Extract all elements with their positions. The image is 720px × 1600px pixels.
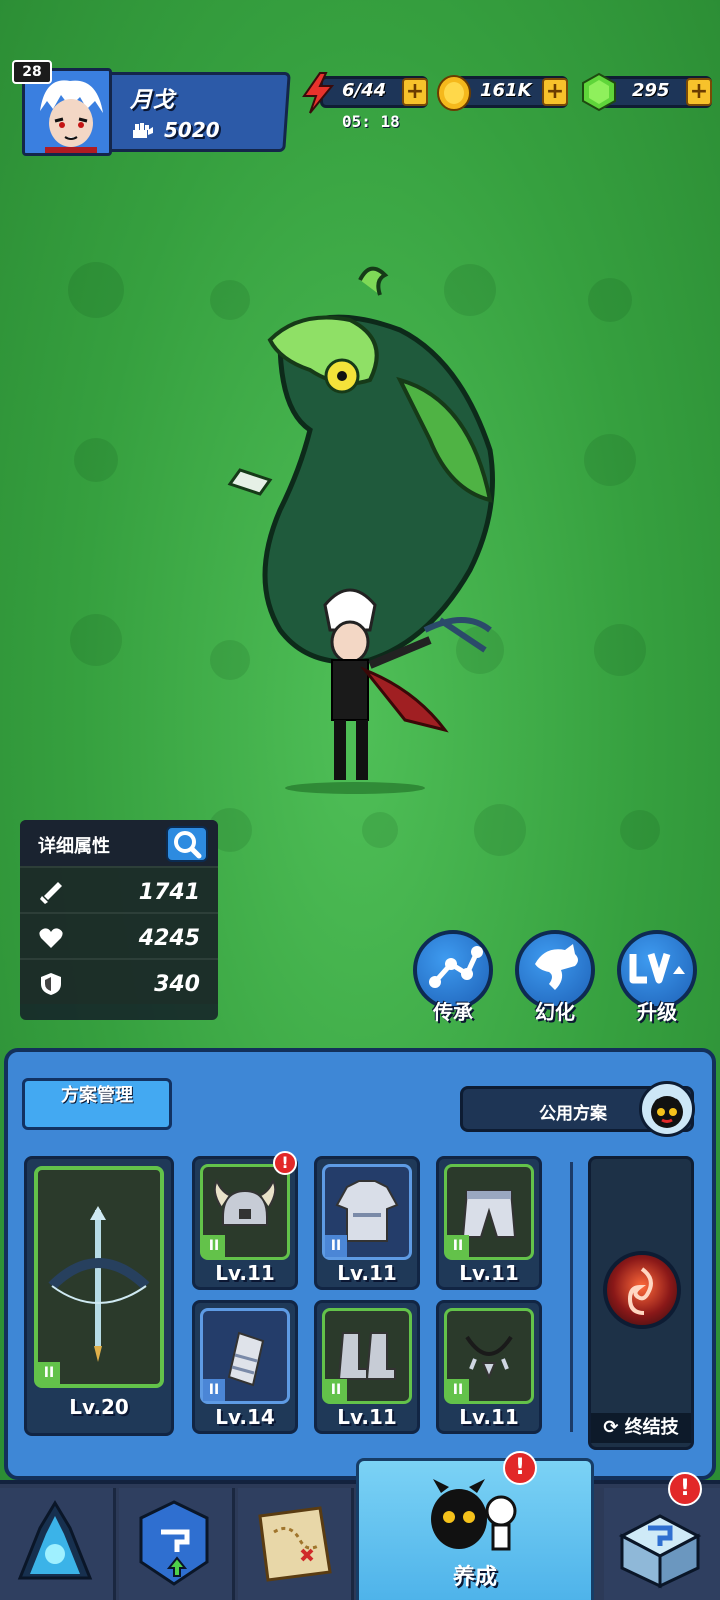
ultimate-skill-label: ⟳ 终结技 bbox=[591, 1413, 691, 1443]
player-power-value: 5020 bbox=[164, 118, 220, 142]
add-gold-button[interactable]: + bbox=[542, 78, 568, 106]
shield-icon bbox=[41, 973, 61, 995]
equipment-divider bbox=[570, 1162, 573, 1432]
helmet-alert-badge: ! bbox=[273, 1151, 297, 1175]
add-energy-button[interactable]: + bbox=[402, 78, 428, 106]
player-level-badge: 28 bbox=[12, 60, 52, 84]
add-gem-button[interactable]: + bbox=[686, 78, 712, 106]
nav-tab-crystal[interactable] bbox=[0, 1488, 116, 1600]
gem-value: 295 bbox=[632, 80, 670, 101]
ultimate-skill-text: 终结技 bbox=[624, 1417, 679, 1438]
transform-button[interactable]: 幻化 bbox=[512, 930, 598, 1030]
necklace-tier-badge: II bbox=[447, 1379, 469, 1401]
stats-header: 详细属性 bbox=[20, 820, 218, 866]
armor-tier-badge: II bbox=[325, 1235, 347, 1257]
helmet-slot-frame: II bbox=[200, 1164, 290, 1260]
mascot-icon bbox=[639, 1081, 695, 1137]
green-gem-icon bbox=[582, 72, 616, 112]
energy-resource: 6/44 + bbox=[300, 72, 432, 114]
gem-resource: 295 + bbox=[580, 72, 716, 112]
necklace-level: Lv.11 bbox=[459, 1405, 519, 1429]
detailed-stats-panel: 详细属性 1741 4245 340 bbox=[20, 820, 218, 1020]
weapon-level: Lv.20 bbox=[69, 1395, 129, 1419]
stat-row-attack: 1741 bbox=[20, 866, 218, 912]
bottom-navigation: 养成 ! ! bbox=[0, 1451, 720, 1600]
public-scheme-label: 公用方案 bbox=[539, 1104, 607, 1124]
boots-level: Lv.11 bbox=[337, 1405, 397, 1429]
ultimate-skill-slot[interactable]: ⟳ 终结技 bbox=[588, 1156, 694, 1450]
weapon-slot[interactable]: II Lv.20 bbox=[24, 1156, 174, 1436]
helmet-slot[interactable]: II Lv.11 ! bbox=[192, 1151, 298, 1290]
nav-tab-shop[interactable]: ! bbox=[604, 1472, 720, 1600]
necklace-slot-frame: II bbox=[444, 1308, 534, 1404]
sword-icon bbox=[40, 882, 62, 904]
armor-level: Lv.11 bbox=[337, 1261, 397, 1285]
nav-tab-card-upgrade[interactable] bbox=[119, 1488, 235, 1600]
armor-slot[interactable]: II Lv.11 bbox=[314, 1156, 420, 1290]
transform-label: 幻化 bbox=[535, 1000, 575, 1024]
bracer-tier-badge: II bbox=[203, 1379, 225, 1401]
weapon-slot-frame: II bbox=[34, 1166, 164, 1388]
pants-slot-frame: II bbox=[444, 1164, 534, 1260]
helmet-level: Lv.11 bbox=[215, 1261, 275, 1285]
helmet-tier-badge: II bbox=[203, 1235, 225, 1257]
bracer-slot-frame: II bbox=[200, 1308, 290, 1404]
gold-coin-icon bbox=[437, 75, 471, 111]
crossbow-icon bbox=[48, 1206, 150, 1362]
stats-title: 详细属性 bbox=[38, 836, 110, 857]
treasure-map-icon bbox=[258, 1506, 332, 1582]
bracer-slot[interactable]: II Lv.14 bbox=[192, 1300, 298, 1434]
gold-value: 161K bbox=[480, 80, 532, 101]
armor-slot-frame: II bbox=[322, 1164, 412, 1260]
boots-slot-frame: II bbox=[322, 1308, 412, 1404]
nav-develop-label: 养成 bbox=[452, 1565, 497, 1590]
ultimate-orb-icon bbox=[603, 1251, 681, 1329]
stat-row-defense: 340 bbox=[20, 958, 218, 1004]
player-card[interactable]: 28 月戈 5020 bbox=[12, 60, 296, 160]
magnifier-icon bbox=[174, 831, 202, 859]
hp-value: 4245 bbox=[138, 926, 200, 951]
swap-icon: ⟳ bbox=[603, 1417, 619, 1438]
develop-alert-badge: ! bbox=[503, 1451, 537, 1485]
crystal-icon bbox=[17, 1500, 93, 1580]
pants-level: Lv.11 bbox=[459, 1261, 519, 1285]
shop-chest-icon bbox=[618, 1514, 702, 1589]
player-name: 月戈 bbox=[130, 88, 175, 113]
weapon-tier-badge: II bbox=[38, 1362, 60, 1384]
equipment-panel: 方案管理 公用方案 II Lv.20 II Lv.11 ! II Lv.11 I… bbox=[4, 1048, 716, 1480]
necklace-slot[interactable]: II Lv.11 bbox=[436, 1300, 542, 1434]
energy-value: 6/44 bbox=[342, 80, 387, 101]
pants-tier-badge: II bbox=[447, 1235, 469, 1257]
inherit-label: 传承 bbox=[433, 1000, 473, 1024]
shop-alert-badge: ! bbox=[668, 1472, 702, 1506]
heart-icon bbox=[39, 928, 63, 948]
pants-slot[interactable]: II Lv.11 bbox=[436, 1156, 542, 1290]
gold-resource: 161K + bbox=[436, 72, 572, 112]
stats-detail-button[interactable] bbox=[166, 826, 208, 862]
hero-character-art[interactable] bbox=[200, 260, 520, 800]
scheme-management-button[interactable]: 方案管理 bbox=[22, 1078, 172, 1130]
bracer-level: Lv.14 bbox=[215, 1405, 275, 1429]
defense-value: 340 bbox=[154, 972, 200, 997]
stat-row-hp: 4245 bbox=[20, 912, 218, 958]
attack-value: 1741 bbox=[138, 880, 200, 905]
energy-timer: 05: 18 bbox=[342, 112, 400, 131]
upgrade-button[interactable]: 升级 bbox=[614, 930, 700, 1030]
upgrade-label: 升级 bbox=[637, 1000, 677, 1024]
boots-tier-badge: II bbox=[325, 1379, 347, 1401]
public-scheme-button[interactable]: 公用方案 bbox=[460, 1081, 695, 1137]
nav-tab-develop[interactable]: 养成 ! bbox=[356, 1451, 594, 1600]
boots-slot[interactable]: II Lv.11 bbox=[314, 1300, 420, 1434]
fist-power-icon bbox=[133, 123, 153, 138]
card-upgrade-icon bbox=[139, 1500, 209, 1586]
nav-tab-map[interactable] bbox=[238, 1488, 354, 1600]
inherit-button[interactable]: 传承 bbox=[410, 930, 496, 1030]
lightning-icon bbox=[302, 72, 335, 114]
